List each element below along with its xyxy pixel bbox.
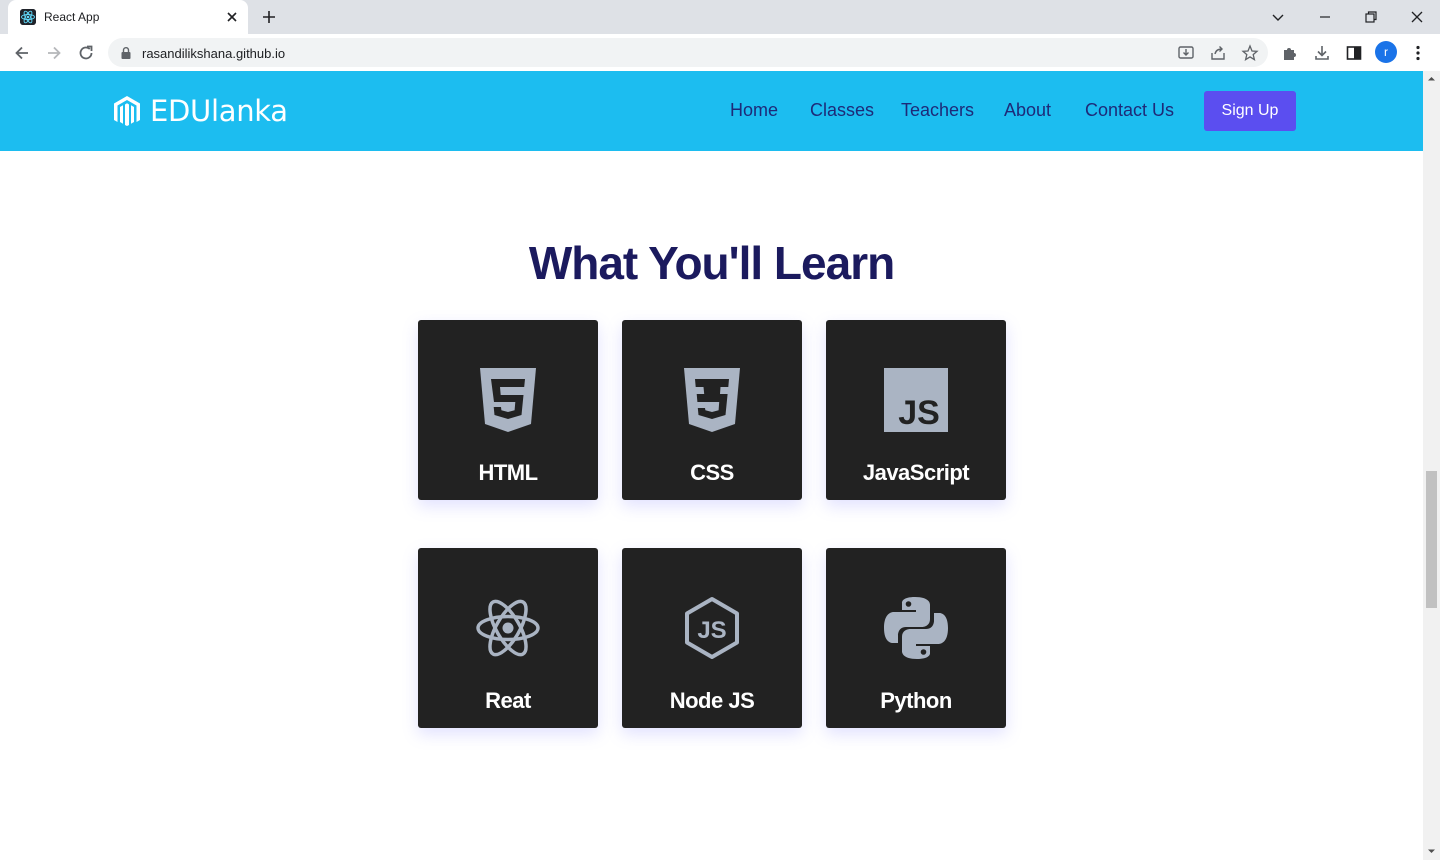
magento-logo-icon [114, 96, 140, 126]
nav-link-teachers[interactable]: Teachers [901, 100, 974, 121]
address-bar[interactable]: rasandilikshana.github.io [108, 38, 1268, 67]
course-label: JavaScript [862, 460, 970, 485]
course-label: HTML [478, 460, 538, 485]
tab-title: React App [44, 10, 100, 24]
extensions-icon[interactable] [1280, 43, 1300, 63]
minimize-icon[interactable] [1315, 7, 1335, 27]
course-card-python[interactable]: Python [826, 548, 1006, 728]
tab-strip: React App [0, 0, 1440, 34]
scroll-up-icon[interactable] [1427, 74, 1436, 83]
restore-icon[interactable] [1361, 7, 1381, 27]
scrollbar-thumb[interactable] [1426, 471, 1437, 608]
course-card-css[interactable]: CSS [622, 320, 802, 500]
course-card-html[interactable]: HTML [418, 320, 598, 500]
scroll-down-icon[interactable] [1427, 847, 1436, 856]
brand-logo[interactable]: EDUlanka [112, 94, 288, 128]
nav-link-classes[interactable]: Classes [810, 100, 874, 121]
html5-icon [480, 368, 536, 432]
back-icon[interactable] [12, 43, 32, 63]
nav-link-contact[interactable]: Contact Us [1085, 100, 1174, 121]
course-card-javascript[interactable]: JS JavaScript [826, 320, 1006, 500]
course-card-nodejs[interactable]: JS Node JS [622, 548, 802, 728]
course-label: CSS [690, 460, 734, 485]
course-label: Reat [485, 688, 531, 713]
section-heading: What You'll Learn [528, 237, 895, 289]
course-card-react[interactable]: Reat [418, 548, 598, 728]
python-icon [884, 597, 948, 659]
page-scrollbar[interactable] [1423, 71, 1440, 860]
react-favicon-icon [20, 9, 36, 25]
nav-link-about[interactable]: About [1004, 100, 1051, 121]
forward-icon[interactable] [44, 43, 64, 63]
tab-search-icon[interactable] [1268, 7, 1288, 27]
side-panel-icon[interactable] [1344, 43, 1364, 63]
react-icon [476, 599, 540, 657]
svg-text:JS: JS [898, 394, 940, 432]
browser-tab[interactable]: React App [8, 0, 248, 34]
install-app-icon[interactable] [1177, 44, 1195, 62]
more-menu-icon[interactable] [1408, 43, 1428, 63]
close-window-icon[interactable] [1407, 7, 1427, 27]
reload-icon[interactable] [76, 43, 96, 63]
nav-link-home[interactable]: Home [730, 100, 778, 121]
site-navbar: EDUlanka Home Classes Teachers About Con… [0, 71, 1423, 151]
share-icon[interactable] [1209, 44, 1227, 62]
lock-icon[interactable] [120, 46, 132, 60]
nodejs-icon: JS [685, 597, 739, 659]
browser-toolbar: rasandilikshana.github.io r [0, 34, 1440, 71]
javascript-icon: JS [884, 368, 948, 432]
course-label: Python [880, 688, 952, 713]
downloads-icon[interactable] [1312, 43, 1332, 63]
css3-icon [684, 368, 740, 432]
page-viewport: EDUlanka Home Classes Teachers About Con… [0, 71, 1423, 860]
new-tab-icon[interactable] [260, 8, 278, 26]
url-text: rasandilikshana.github.io [142, 46, 286, 61]
brand-name: EDUlanka [150, 94, 288, 128]
svg-text:JS: JS [697, 617, 726, 644]
course-label: Node JS [669, 688, 755, 713]
profile-avatar[interactable]: r [1375, 41, 1397, 63]
sign-up-button[interactable]: Sign Up [1204, 91, 1296, 131]
bookmark-star-icon[interactable] [1241, 44, 1259, 62]
close-tab-icon[interactable] [224, 9, 240, 25]
